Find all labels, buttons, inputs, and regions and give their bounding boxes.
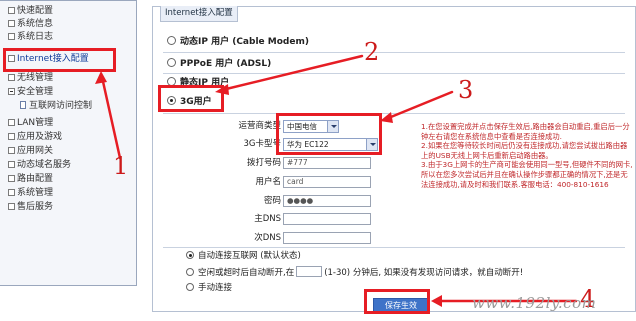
radio-selected-icon: [186, 251, 194, 259]
dial-number-label: 拨打号码: [246, 158, 281, 168]
sidebar-item-wireless[interactable]: 无线管理: [8, 72, 53, 84]
username-label: 用户名: [255, 177, 281, 187]
internet-config-panel: Internet接入配置 动态IP 用户 (Cable Modem) PPPoE…: [152, 6, 636, 313]
radio-icon: [167, 58, 176, 67]
sidebar-item-access-control[interactable]: 互联网访问控制: [20, 100, 92, 112]
dial-number-input[interactable]: #777: [283, 157, 371, 169]
highlight-box-save: [364, 289, 430, 314]
sidebar-item-lan[interactable]: LAN管理: [8, 117, 53, 129]
note-1: 1.在您设置完成并点击保存生效后,路由器会自动重启,重启后一分钟左右请您在系统信…: [421, 122, 630, 141]
sidebar-item-after-sales[interactable]: 售后服务: [8, 201, 53, 213]
expand-box-icon: [8, 203, 15, 210]
primary-dns-input[interactable]: [283, 213, 371, 225]
annotation-number-1: 1: [113, 152, 129, 180]
mode-pppoe[interactable]: PPPoE 用户 (ADSL): [167, 57, 271, 71]
expand-box-icon: [8, 175, 15, 182]
sidebar-item-app-gateway[interactable]: 应用网关: [8, 145, 53, 157]
annotation-number-2: 2: [364, 38, 380, 66]
expand-box-icon: [8, 133, 15, 140]
radio-icon: [167, 36, 176, 45]
expand-box-icon: [8, 7, 15, 14]
sidebar-item-security[interactable]: 安全管理: [8, 86, 53, 98]
password-label: 密码: [263, 196, 281, 206]
connect-auto-option[interactable]: 自动连接互联网 (默认状态): [186, 250, 301, 263]
sidebar-item-system-admin[interactable]: 系统管理: [8, 187, 53, 199]
highlight-box-selects: [276, 113, 382, 155]
radio-icon: [186, 268, 194, 276]
operator-label: 运营商类型: [238, 121, 281, 131]
page-icon: [20, 101, 26, 109]
note-2: 2.如果在您等待较长时间后仍没有连接成功,请您尝试拔出路由器上的USB无线上网卡…: [421, 141, 628, 160]
secondary-dns-label: 次DNS: [254, 233, 281, 243]
username-input[interactable]: card: [283, 176, 371, 188]
expand-box-icon: [8, 119, 15, 126]
model-label: 3G卡型号: [243, 139, 282, 149]
sidebar-item-quick-setup[interactable]: 快速配置: [8, 5, 53, 17]
divider: [163, 247, 625, 248]
expand-box-icon: [8, 33, 15, 40]
secondary-dns-input[interactable]: [283, 232, 371, 244]
watermark: www.192ly.com: [472, 294, 597, 312]
primary-dns-label: 主DNS: [254, 214, 281, 224]
divider: [163, 52, 625, 53]
panel-title-tab: Internet接入配置: [160, 6, 238, 22]
password-input[interactable]: ●●●●: [283, 195, 371, 207]
highlight-box-sidebar: [3, 48, 116, 72]
help-notes: 1.在您设置完成并点击保存生效后,路由器会自动重启,重启后一分钟左右请您在系统信…: [421, 122, 633, 274]
mode-dynamic-ip[interactable]: 动态IP 用户 (Cable Modem): [167, 35, 309, 49]
expand-box-icon: [8, 74, 15, 81]
divider: [163, 113, 625, 114]
note-3: 3.由于3G上网卡的生产商可能会使用同一型号,但硬件不同的网卡,所以在您多次尝试…: [421, 160, 633, 189]
expand-box-icon: [8, 161, 15, 168]
divider: [163, 73, 625, 74]
sidebar-item-system-info[interactable]: 系统信息: [8, 18, 53, 30]
radio-icon: [186, 283, 194, 291]
sidebar-item-routing[interactable]: 路由配置: [8, 173, 53, 185]
connect-manual-option[interactable]: 手动连接: [186, 282, 232, 295]
connect-idle-option[interactable]: 空闲或超时后自动断开,在 (1-30) 分钟后, 如果没有发现访问请求，就自动断开…: [186, 266, 523, 279]
idle-minutes-input[interactable]: [296, 266, 323, 277]
sidebar-item-apps-games[interactable]: 应用及游戏: [8, 131, 62, 143]
expand-box-icon: [8, 147, 15, 154]
annotation-number-3: 3: [458, 76, 474, 104]
collapse-box-icon: [8, 88, 15, 95]
expand-box-icon: [8, 20, 15, 27]
sidebar-item-ddns[interactable]: 动态域名服务: [8, 159, 71, 171]
expand-box-icon: [8, 189, 15, 196]
sidebar-item-system-log[interactable]: 系统日志: [8, 31, 53, 43]
highlight-box-3g: [158, 85, 224, 112]
sidebar: 快速配置 系统信息 系统日志 Internet接入配置 无线管理 安全管理 互联…: [0, 0, 137, 286]
